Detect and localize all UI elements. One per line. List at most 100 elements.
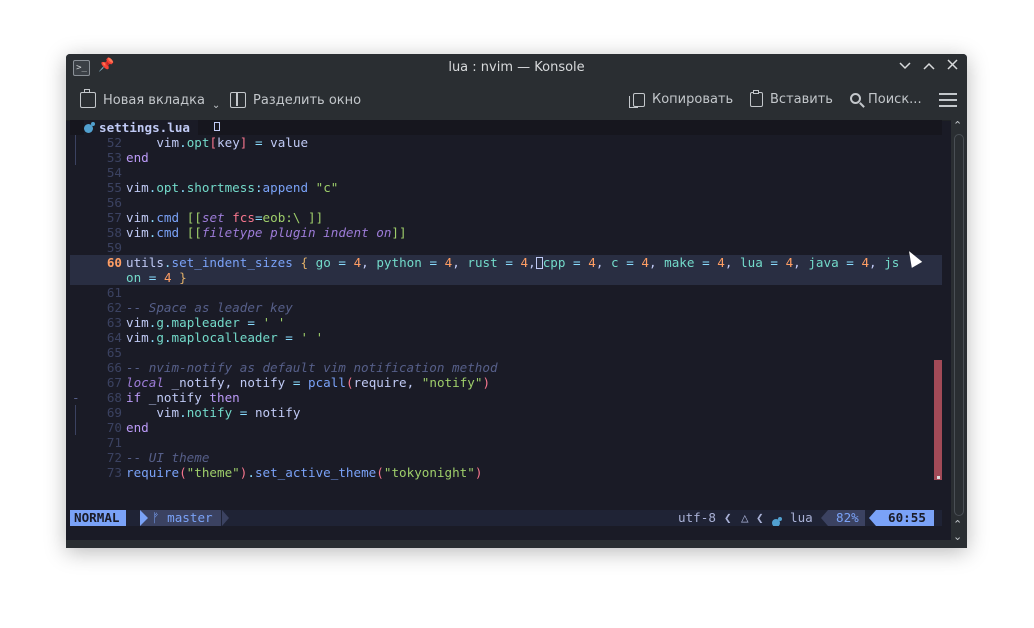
code-line: 70 end bbox=[70, 420, 942, 435]
code-line: 54 bbox=[70, 165, 942, 180]
code-line: 61 bbox=[70, 285, 942, 300]
chevron-down-icon[interactable]: ⌄ bbox=[212, 100, 220, 111]
paste-icon bbox=[750, 90, 763, 107]
line-text: utils.set_indent_sizes { go = 4, python … bbox=[126, 255, 900, 270]
code-line-current: 60 utils.set_indent_sizes { go = 4, pytho… bbox=[70, 255, 942, 270]
line-number: 70 bbox=[106, 420, 122, 435]
separator-arrow bbox=[821, 510, 828, 526]
fold-marker[interactable]: - bbox=[72, 390, 80, 405]
code-line: 58 vim.cmd [[filetype plugin indent on]] bbox=[70, 225, 942, 240]
bottom-frame bbox=[66, 540, 951, 548]
terminal-view[interactable]: settings.lua 52 vim.opt[key] = value 53 e… bbox=[70, 120, 942, 540]
line-number: 52 bbox=[106, 135, 122, 150]
code-area[interactable]: 52 vim.opt[key] = value 53 end 54 55 vim.o… bbox=[70, 135, 942, 480]
copy-button[interactable]: Копировать bbox=[629, 92, 734, 108]
code-line: 57 vim.cmd [[set fcs=eob:\ ]] bbox=[70, 210, 942, 225]
line-text: require("theme").set_active_theme("tokyo… bbox=[126, 465, 483, 480]
line-text: -- Space as leader key bbox=[126, 300, 293, 315]
copy-label: Копировать bbox=[652, 92, 734, 107]
code-line: 52 vim.opt[key] = value bbox=[70, 135, 942, 150]
code-line: 59 bbox=[70, 240, 942, 255]
code-line-wrapped: on = 4 } bbox=[70, 270, 942, 285]
encoding-label: utf-8 bbox=[678, 510, 716, 525]
code-line: 71 bbox=[70, 435, 942, 450]
maximize-button[interactable] bbox=[919, 57, 939, 77]
close-buffer-icon[interactable] bbox=[214, 122, 220, 131]
indent-guide bbox=[75, 420, 76, 435]
nvim-scrollbar[interactable] bbox=[934, 360, 942, 480]
line-text: vim.opt[key] = value bbox=[156, 135, 309, 150]
chevron-up-icon bbox=[923, 62, 935, 70]
separator-arrow bbox=[869, 510, 876, 526]
split-view-icon bbox=[230, 92, 246, 108]
line-text: end bbox=[126, 150, 149, 165]
minimize-button[interactable] bbox=[895, 57, 915, 77]
line-number: 66 bbox=[106, 360, 122, 375]
line-text: vim.opt.shortmess:append "c" bbox=[126, 180, 339, 195]
scroll-percent: 82% bbox=[828, 510, 865, 526]
code-line: 65 bbox=[70, 345, 942, 360]
code-line: 64 vim.g.maplocalleader = ' ' bbox=[70, 330, 942, 345]
line-number: 72 bbox=[106, 450, 122, 465]
code-line: 69 vim.notify = notify bbox=[70, 405, 942, 420]
close-button[interactable] bbox=[942, 57, 962, 77]
line-text: if _notify then bbox=[126, 390, 240, 405]
search-label: Поиск... bbox=[868, 92, 922, 107]
line-number: 55 bbox=[106, 180, 122, 195]
menu-icon bbox=[939, 93, 957, 107]
line-text: vim.cmd [[set fcs=eob:\ ]] bbox=[126, 210, 324, 225]
separator-arrow bbox=[222, 510, 229, 526]
indent-guide bbox=[75, 150, 76, 165]
paste-button[interactable]: Вставить bbox=[750, 90, 833, 107]
code-line: 73 require("theme").set_active_theme("tok… bbox=[70, 465, 942, 480]
line-number: 69 bbox=[106, 405, 122, 420]
new-tab-button[interactable]: Новая вкладка ⌄ bbox=[80, 89, 220, 111]
nvim-cmdline[interactable] bbox=[70, 526, 942, 540]
konsole-scrollbar[interactable]: ⌃ ⌃ ⌄ bbox=[951, 119, 967, 548]
code-line: - 68 if _notify then bbox=[70, 390, 942, 405]
separator-chevron-icon: ❮ bbox=[724, 510, 732, 525]
search-button[interactable]: Поиск... bbox=[850, 92, 922, 107]
hamburger-menu-button[interactable] bbox=[939, 93, 957, 107]
paste-label: Вставить bbox=[770, 92, 833, 107]
line-number: 53 bbox=[106, 150, 122, 165]
line-number: 65 bbox=[106, 345, 122, 360]
split-view-button[interactable]: Разделить окно bbox=[230, 92, 361, 108]
line-number: 63 bbox=[106, 315, 122, 330]
text-cursor bbox=[535, 257, 543, 269]
line-number: 71 bbox=[106, 435, 122, 450]
line-text: on = 4 } bbox=[126, 270, 187, 285]
line-text: vim.cmd [[filetype plugin indent on]] bbox=[126, 225, 407, 240]
nvim-statusline: NORMAL ᚠ master utf-8 ❮ △ ❮ lua 82% 60:5… bbox=[70, 510, 942, 527]
line-number: 73 bbox=[106, 465, 122, 480]
line-number: 67 bbox=[106, 375, 122, 390]
separator-chevron-icon: ❮ bbox=[756, 510, 764, 525]
code-line: 53 end bbox=[70, 150, 942, 165]
code-line: 55 vim.opt.shortmess:append "c" bbox=[70, 180, 942, 195]
split-view-label: Разделить окно bbox=[253, 92, 362, 108]
buffer-tab-label: settings.lua bbox=[99, 120, 190, 135]
code-line: 62 -- Space as leader key bbox=[70, 300, 942, 315]
filetype-label: lua bbox=[790, 510, 813, 525]
line-text: end bbox=[126, 420, 149, 435]
line-number: 58 bbox=[106, 225, 122, 240]
code-line: 72 -- UI theme bbox=[70, 450, 942, 465]
konsole-toolbar: Новая вкладка ⌄ Разделить окно Копироват… bbox=[66, 82, 967, 121]
lua-icon bbox=[84, 122, 95, 133]
indent-guide bbox=[75, 405, 76, 420]
scroll-up-icon[interactable]: ⌃ bbox=[953, 119, 962, 132]
konsole-window: >_ 📌 lua : nvim — Konsole Новая вкладка … bbox=[66, 54, 967, 548]
line-number: 59 bbox=[106, 240, 122, 255]
cursor-position: 60:55 bbox=[876, 510, 934, 526]
scrollbar-track[interactable] bbox=[954, 134, 964, 516]
buffer-tab-settings[interactable]: settings.lua bbox=[84, 120, 198, 135]
line-text: -- nvim-notify as default vim notificati… bbox=[126, 360, 498, 375]
line-text: vim.g.maplocalleader = ' ' bbox=[126, 330, 324, 345]
code-line: 67 local _notify, notify = pcall(require,… bbox=[70, 375, 942, 390]
line-text: -- UI theme bbox=[126, 450, 210, 465]
code-line: 63 vim.g.mapleader = ' ' bbox=[70, 315, 942, 330]
scrollbar-cursor-marker bbox=[937, 476, 940, 479]
scroll-down-icon[interactable]: ⌄ bbox=[953, 530, 962, 543]
line-number: 56 bbox=[106, 195, 122, 210]
line-number: 68 bbox=[106, 390, 122, 405]
